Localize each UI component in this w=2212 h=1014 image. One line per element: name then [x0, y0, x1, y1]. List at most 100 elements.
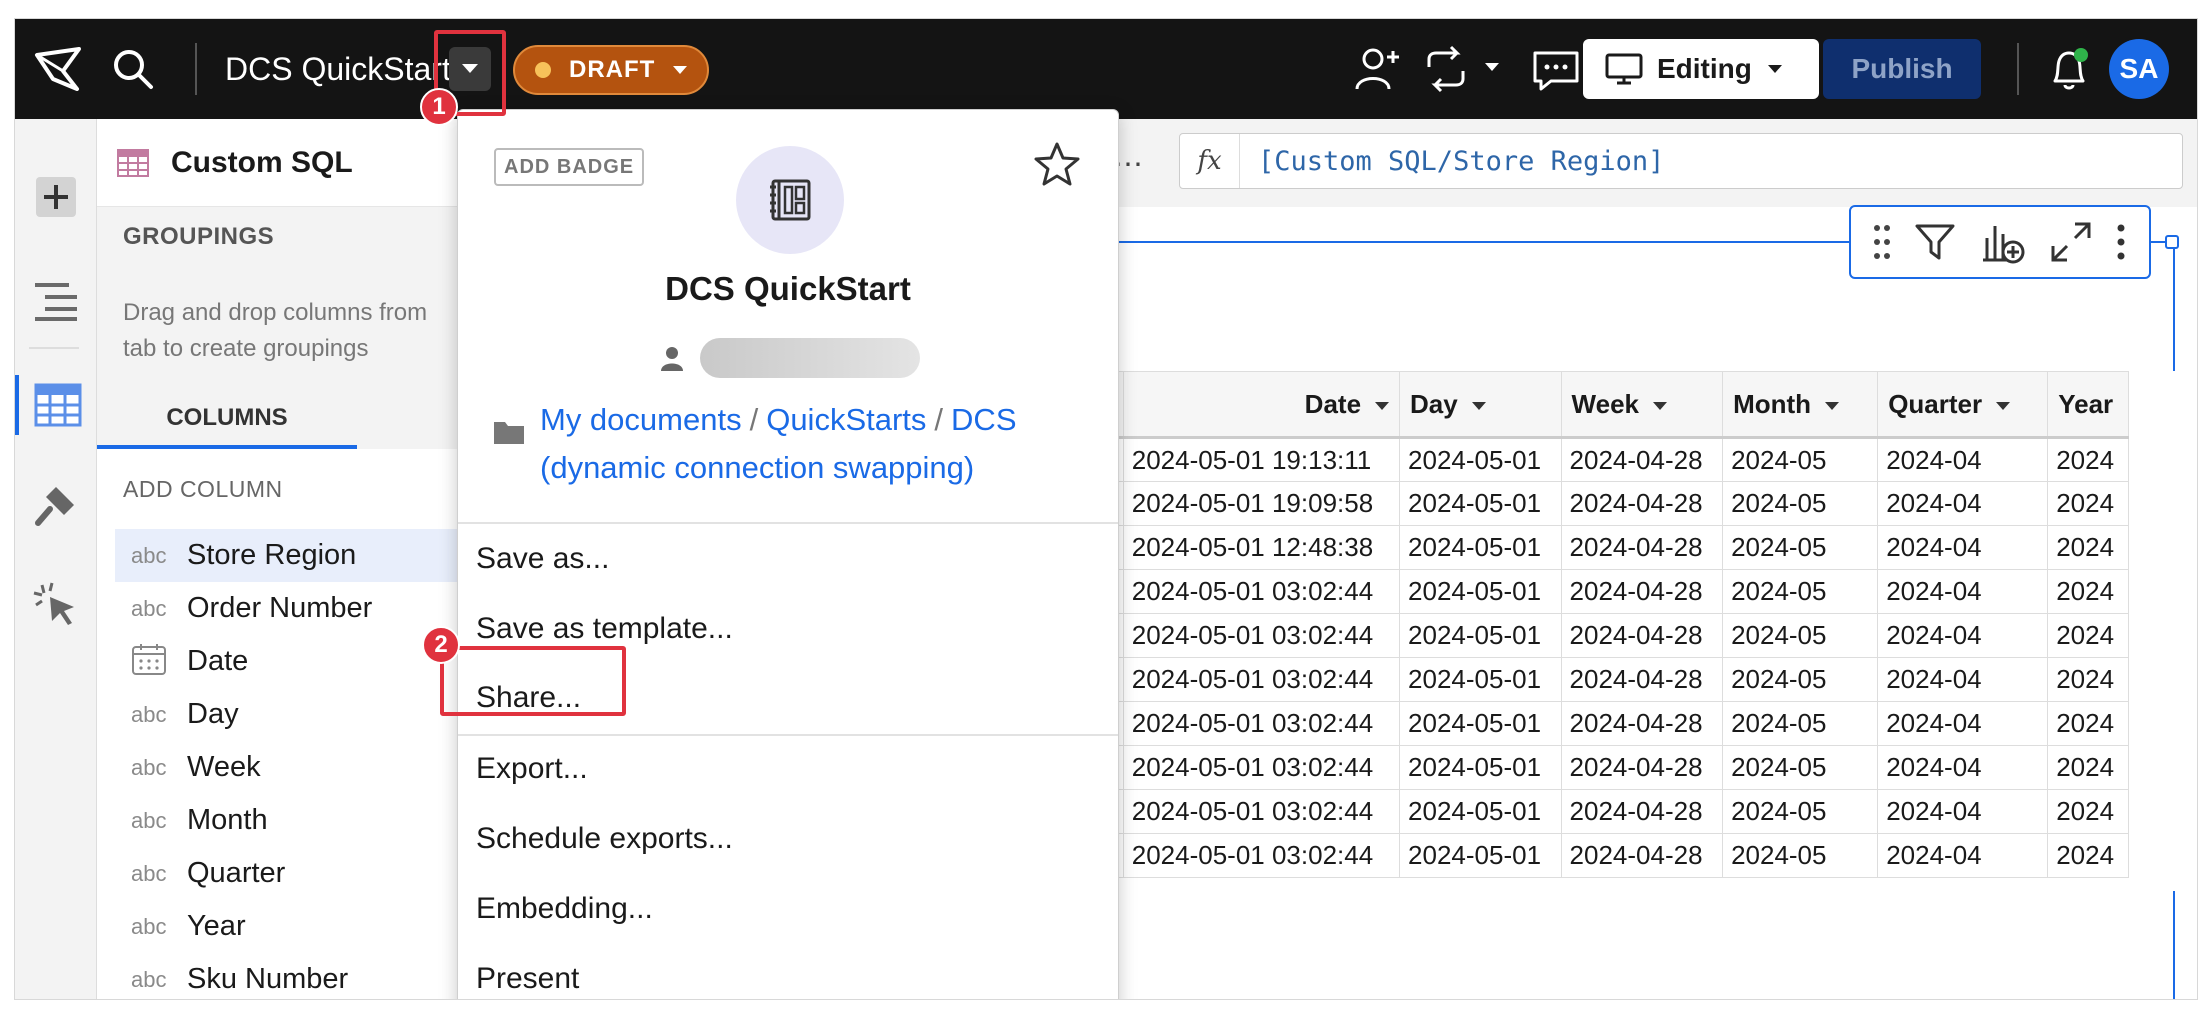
table-cell[interactable]: 2024-04 [1877, 481, 2049, 526]
table-cell[interactable]: 2024-04 [1877, 701, 2049, 746]
column-item[interactable]: abc Quarter [97, 847, 476, 900]
menu-item-save-as-template[interactable]: Save as template... [476, 612, 733, 646]
table-cell[interactable]: 2024-05 [1722, 833, 1879, 878]
table-cell[interactable]: 2024-05-01 [1399, 789, 1562, 834]
table-cell[interactable]: 2024-05-01 03:02:44 [1122, 833, 1401, 878]
table-cell[interactable]: 2024-05-01 12:48:38 [1122, 525, 1401, 570]
column-header[interactable]: Year [2047, 371, 2129, 439]
menu-item-embedding[interactable]: Embedding... [476, 892, 653, 926]
table-cell[interactable]: 2024-04-28 [1560, 569, 1724, 614]
column-item[interactable]: abc Store Region [115, 529, 476, 582]
table-cell[interactable]: 2024-04 [1877, 613, 2049, 658]
menu-item-export[interactable]: Export... [476, 752, 588, 786]
table-cell[interactable]: 2024-05-01 [1399, 701, 1562, 746]
table-cell[interactable]: 2024-05-01 [1399, 437, 1562, 482]
table-cell[interactable]: 2024-04 [1877, 657, 2049, 702]
table-cell[interactable]: 2024-04-28 [1560, 613, 1724, 658]
table-row[interactable]: 2024-05-01 03:02:44 2024-05-01 2024-04-28 2… [1025, 833, 2129, 878]
formula-bar[interactable]: fx [Custom SQL/Store Region] [1179, 133, 2183, 189]
table-row[interactable]: 2024-05-01 03:02:44 2024-05-01 2024-04-28 2… [1025, 569, 2129, 614]
table-properties-button[interactable] [15, 375, 97, 435]
table-cell[interactable]: 2024-04-28 [1560, 789, 1724, 834]
table-cell[interactable]: 2024-04 [1877, 437, 2049, 482]
sync-icon[interactable] [1423, 45, 1503, 93]
column-item[interactable]: abc Week [97, 741, 476, 794]
filter-icon[interactable] [1913, 220, 1957, 264]
bell-icon[interactable] [2047, 45, 2091, 93]
table-cell[interactable]: 2024-05-01 [1399, 657, 1562, 702]
table-cell[interactable]: 2024-05-01 19:13:11 [1122, 437, 1401, 482]
table-cell[interactable]: 2024-04 [1877, 745, 2049, 790]
column-header[interactable]: Quarter [1877, 371, 2049, 439]
table-cell[interactable]: 2024-04-28 [1560, 481, 1724, 526]
formula-text[interactable]: [Custom SQL/Store Region] [1240, 146, 1664, 177]
table-row[interactable]: 2024-05-01 12:48:38 2024-05-01 2024-04-28 2… [1025, 525, 2129, 570]
table-cell[interactable]: 2024-04-28 [1560, 657, 1724, 702]
table-cell[interactable]: 2024-05 [1722, 437, 1879, 482]
menu-item-save-as[interactable]: Save as... [476, 542, 609, 576]
table-cell[interactable]: 2024 [2047, 701, 2129, 746]
table-cell[interactable]: 2024-05 [1722, 745, 1879, 790]
table-cell[interactable]: 2024-05 [1722, 789, 1879, 834]
tab-columns[interactable]: COLUMNS [97, 391, 357, 449]
groupings-dropzone[interactable]: Drag and drop columns from tab to create… [97, 267, 476, 391]
search-icon[interactable] [111, 47, 155, 91]
table-cell[interactable]: 2024 [2047, 745, 2129, 790]
table-row[interactable]: 2024-05-01 19:09:58 2024-05-01 2024-04-28 2… [1025, 481, 2129, 526]
table-cell[interactable]: 2024 [2047, 525, 2129, 570]
column-item[interactable]: abc Day [97, 688, 476, 741]
table-cell[interactable]: 2024-05-01 03:02:44 [1122, 569, 1401, 614]
table-row[interactable]: 2024-05-01 03:02:44 2024-05-01 2024-04-28 2… [1025, 745, 2129, 790]
table-cell[interactable]: 2024 [2047, 481, 2129, 526]
add-column-button[interactable]: ADD COLUMN [97, 449, 476, 529]
table-cell[interactable]: 2024 [2047, 437, 2129, 482]
table-cell[interactable]: 2024-05-01 19:09:58 [1122, 481, 1401, 526]
table-cell[interactable]: 2024-05-01 03:02:44 [1122, 745, 1401, 790]
table-row[interactable]: 2024-05-01 03:02:44 2024-05-01 2024-04-28 2… [1025, 613, 2129, 658]
table-row[interactable]: 2024-05-01 03:02:44 2024-05-01 2024-04-28 2… [1025, 789, 2129, 834]
actions-button[interactable] [15, 575, 97, 635]
column-item[interactable]: abc Sku Number [97, 953, 476, 999]
table-cell[interactable]: 2024 [2047, 569, 2129, 614]
sigma-logo-icon[interactable] [33, 45, 85, 93]
table-row[interactable]: 2024-05-01 03:02:44 2024-05-01 2024-04-28 2… [1025, 701, 2129, 746]
drag-handle-icon[interactable] [1872, 222, 1892, 262]
user-avatar[interactable]: SA [2109, 39, 2169, 99]
format-button[interactable] [15, 475, 97, 535]
table-cell[interactable]: 2024-05 [1722, 481, 1879, 526]
column-item[interactable]: abc Year [97, 900, 476, 953]
table-cell[interactable]: 2024 [2047, 833, 2129, 878]
table-row[interactable]: 2024-05-01 19:13:11 2024-05-01 2024-04-28 2… [1025, 437, 2129, 482]
table-cell[interactable]: 2024-05-01 [1399, 833, 1562, 878]
column-item[interactable]: Date [97, 635, 476, 688]
table-cell[interactable]: 2024-05-01 [1399, 613, 1562, 658]
table-cell[interactable]: 2024-05 [1722, 657, 1879, 702]
table-cell[interactable]: 2024 [2047, 789, 2129, 834]
column-header[interactable]: Week [1560, 371, 1724, 439]
add-user-icon[interactable] [1353, 45, 1403, 93]
table-cell[interactable]: 2024-04-28 [1560, 701, 1724, 746]
table-cell[interactable]: 2024-04 [1877, 833, 2049, 878]
favorite-star-icon[interactable] [1032, 140, 1082, 190]
table-cell[interactable]: 2024-05-01 03:02:44 [1122, 789, 1401, 834]
table-cell[interactable]: 2024-05-01 03:02:44 [1122, 613, 1401, 658]
table-row[interactable]: 2024-05-01 03:02:44 2024-05-01 2024-04-28 2… [1025, 657, 2129, 702]
column-header[interactable]: Month [1722, 371, 1879, 439]
table-cell[interactable]: 2024-05-01 03:02:44 [1122, 701, 1401, 746]
table-cell[interactable]: 2024-04-28 [1560, 833, 1724, 878]
expand-icon[interactable] [2049, 220, 2093, 264]
breadcrumb-quickstarts[interactable]: QuickStarts [766, 402, 926, 437]
table-cell[interactable]: 2024-04 [1877, 789, 2049, 834]
editing-mode-button[interactable]: Editing [1583, 39, 1819, 99]
table-cell[interactable]: 2024 [2047, 657, 2129, 702]
table-cell[interactable]: 2024-05-01 [1399, 569, 1562, 614]
table-cell[interactable]: 2024-05 [1722, 701, 1879, 746]
breadcrumb-my-documents[interactable]: My documents [540, 402, 742, 437]
column-item[interactable]: abc Order Number [97, 582, 476, 635]
table-cell[interactable]: 2024-05-01 [1399, 745, 1562, 790]
outline-button[interactable] [15, 271, 97, 331]
column-header[interactable]: Day [1399, 371, 1562, 439]
add-badge-button[interactable]: ADD BADGE [494, 148, 645, 186]
table-cell[interactable]: 2024-05 [1722, 525, 1879, 570]
more-vertical-icon[interactable] [2114, 222, 2128, 262]
